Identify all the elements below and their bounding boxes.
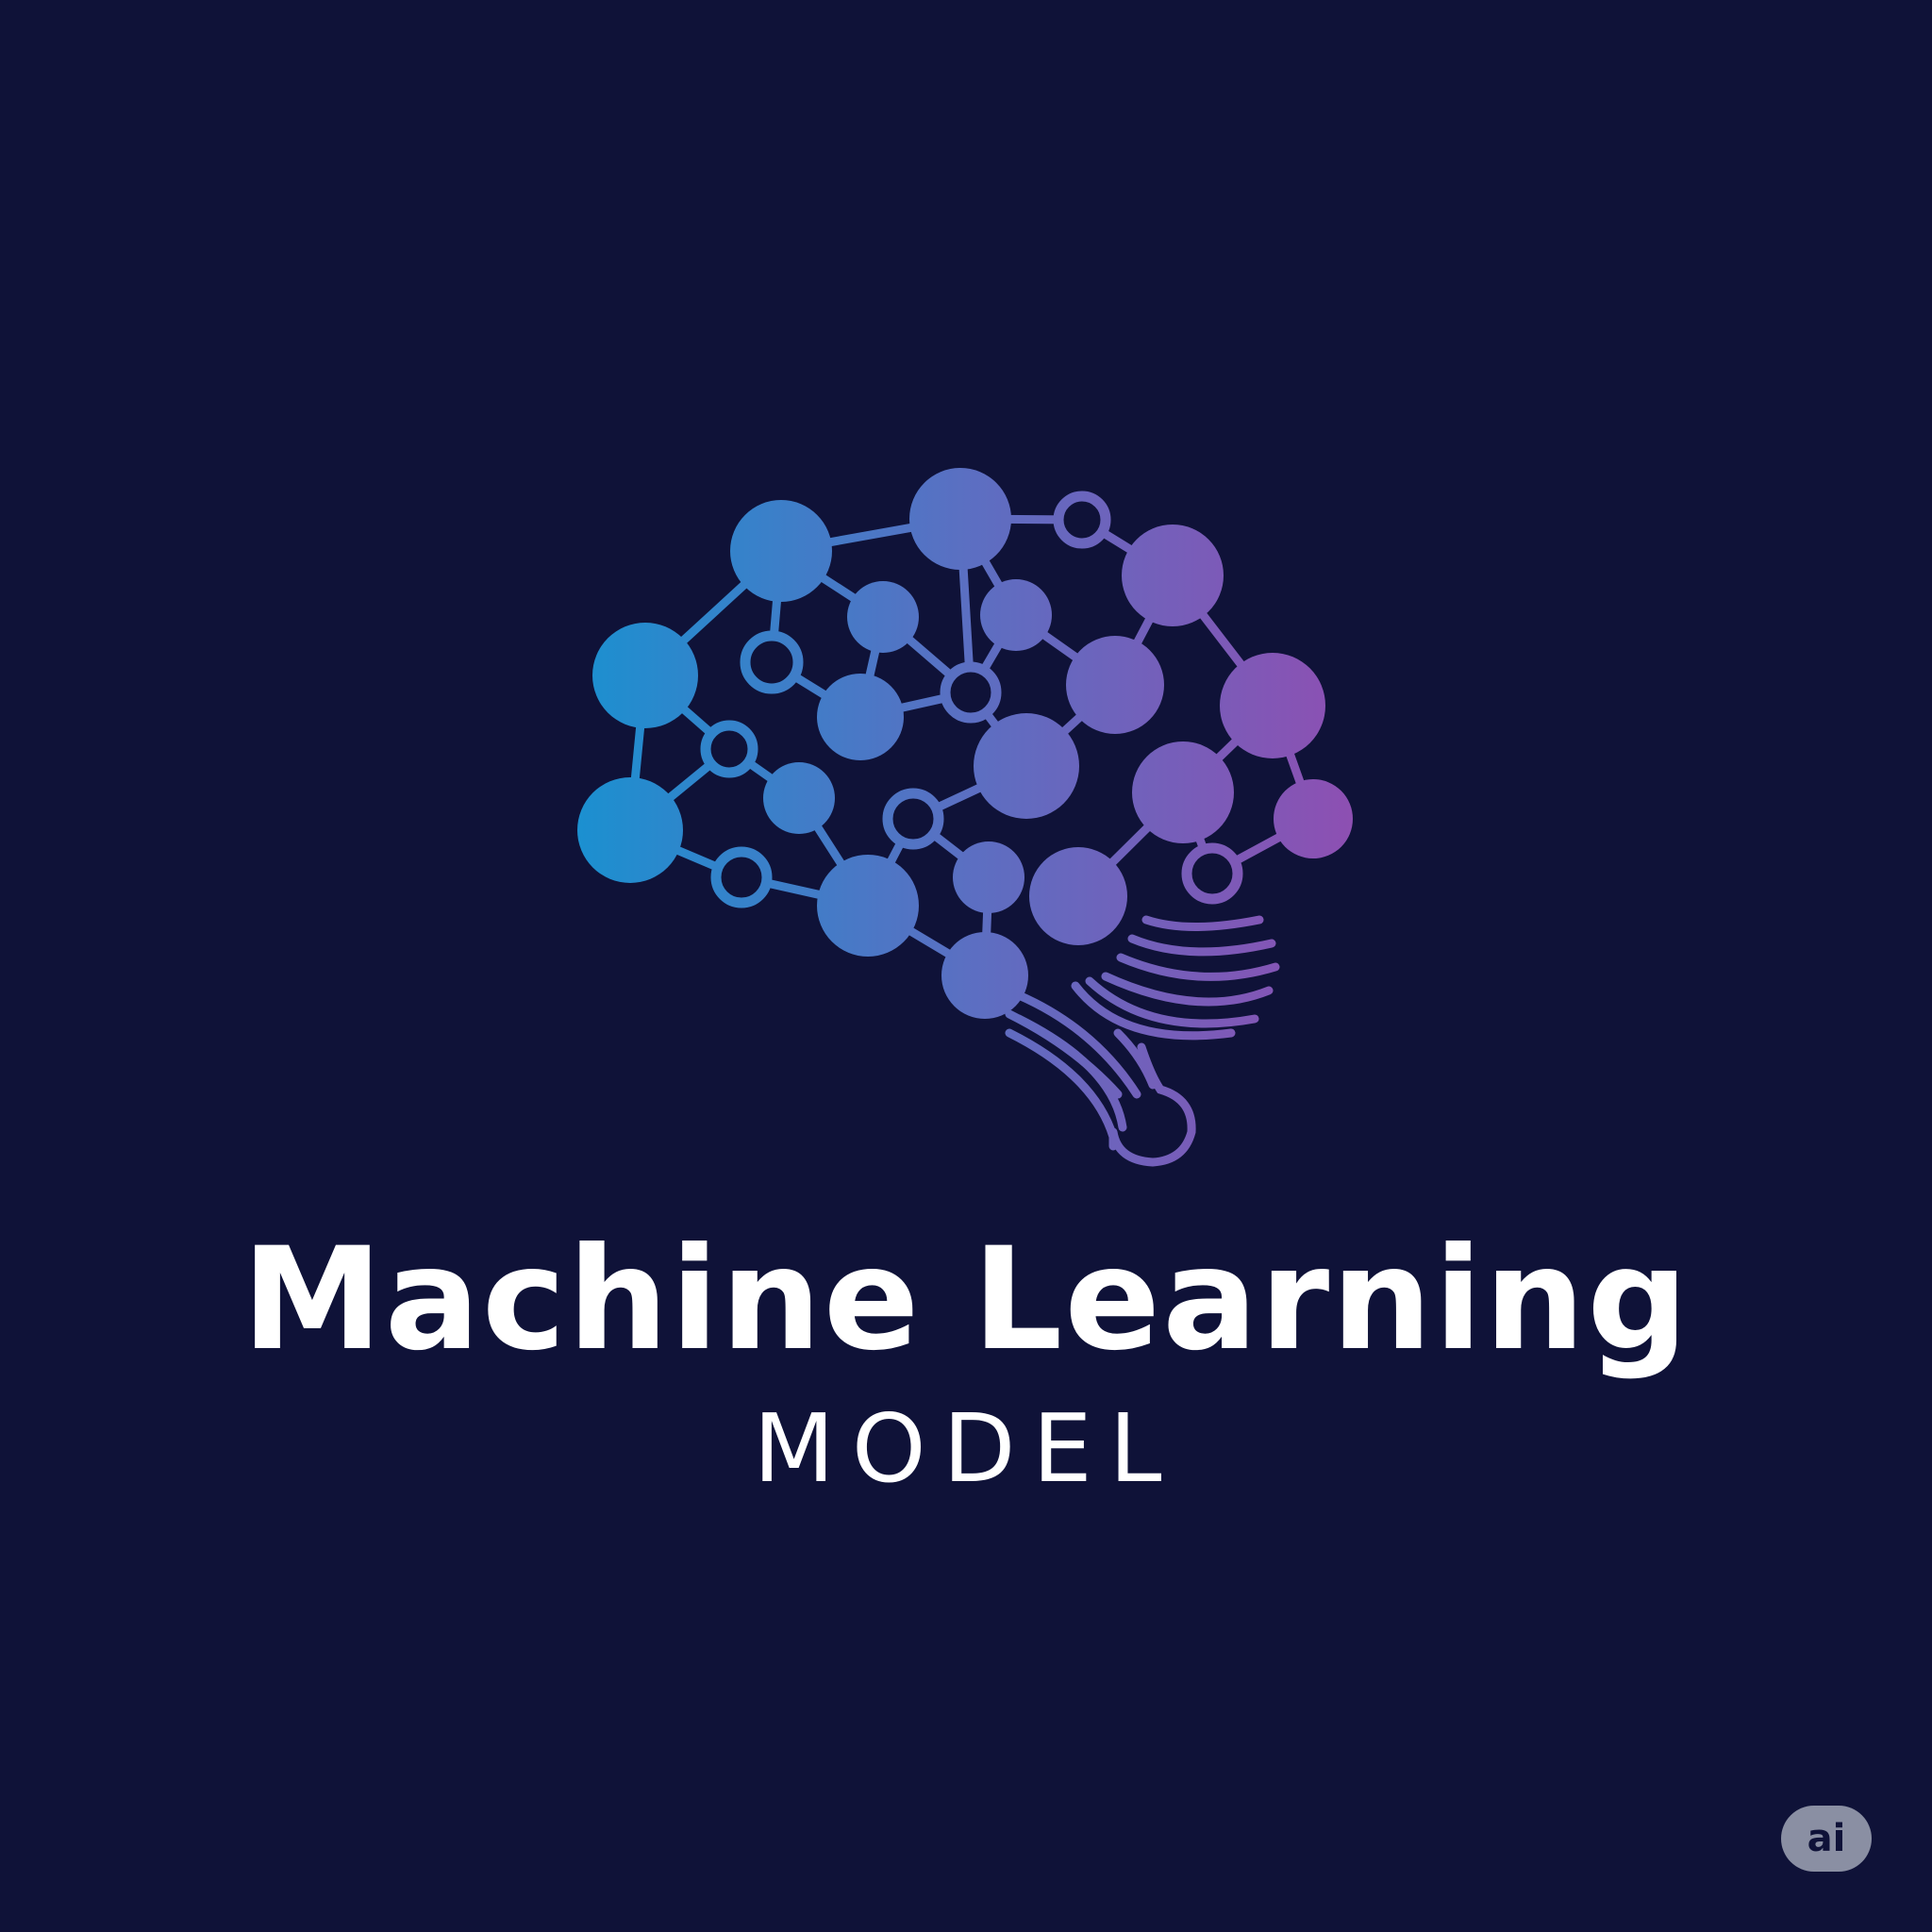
brain-stem-lines bbox=[1005, 915, 1280, 1167]
solid-node bbox=[1274, 779, 1353, 858]
ring-node bbox=[1053, 491, 1111, 549]
solid-node bbox=[1122, 525, 1224, 626]
ring-node bbox=[700, 720, 758, 778]
solid-node bbox=[847, 581, 919, 653]
ring-node bbox=[740, 630, 804, 694]
logo-title: Machine Learning bbox=[242, 1218, 1690, 1382]
ring-node bbox=[710, 846, 773, 908]
network-solid-nodes bbox=[577, 468, 1353, 1019]
solid-node bbox=[974, 713, 1079, 819]
solid-node bbox=[817, 855, 919, 957]
logo-canvas: Machine Learning MODEL ai bbox=[0, 0, 1932, 1932]
solid-node bbox=[1066, 636, 1164, 734]
logo-subtitle: MODEL bbox=[753, 1393, 1179, 1504]
solid-node bbox=[980, 579, 1052, 651]
solid-node bbox=[817, 674, 904, 760]
solid-node bbox=[577, 777, 683, 883]
solid-node bbox=[941, 932, 1028, 1019]
solid-node bbox=[909, 468, 1011, 570]
solid-node bbox=[1132, 741, 1234, 843]
solid-node bbox=[730, 500, 832, 602]
solid-node bbox=[1029, 847, 1127, 945]
solid-node bbox=[592, 623, 698, 728]
ring-node bbox=[940, 661, 1002, 724]
solid-node bbox=[953, 841, 1024, 913]
brain-network-icon bbox=[577, 468, 1353, 1167]
ai-badge: ai bbox=[1781, 1806, 1872, 1872]
solid-node bbox=[1220, 653, 1325, 758]
solid-node bbox=[763, 762, 835, 834]
ring-node bbox=[882, 788, 944, 850]
ring-node bbox=[1181, 842, 1243, 905]
